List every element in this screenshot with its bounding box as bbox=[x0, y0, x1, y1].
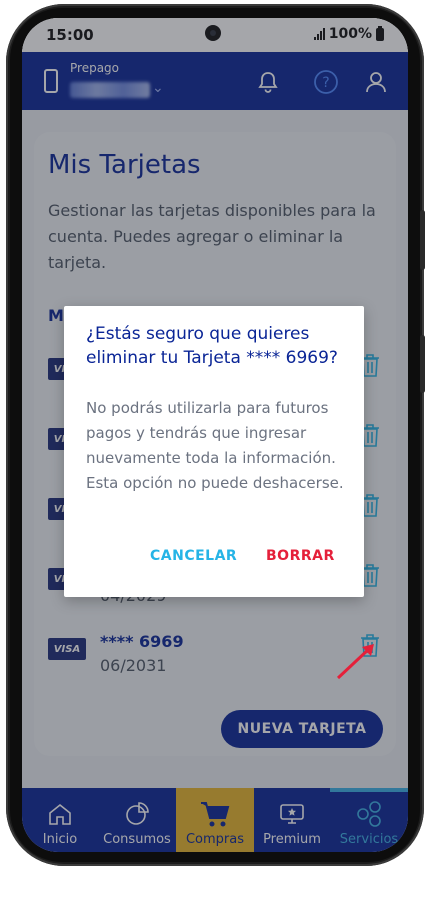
delete-confirmation-dialog: ¿Estás seguro que quieres eliminar tu Ta… bbox=[64, 306, 364, 597]
dialog-title: ¿Estás seguro que quieres eliminar tu Ta… bbox=[86, 324, 338, 368]
red-arrow-annotation bbox=[336, 644, 374, 680]
screen: 15:00 100% Prepago 6331223 ⌄ ? Mis Tarje… bbox=[22, 18, 408, 852]
volume-button bbox=[420, 210, 425, 270]
delete-button[interactable]: BORRAR bbox=[262, 542, 339, 570]
dialog-message: No podrás utilizarla para futuros pagos … bbox=[86, 399, 344, 492]
power-button bbox=[420, 335, 425, 393]
cancel-button[interactable]: CANCELAR bbox=[146, 542, 241, 570]
